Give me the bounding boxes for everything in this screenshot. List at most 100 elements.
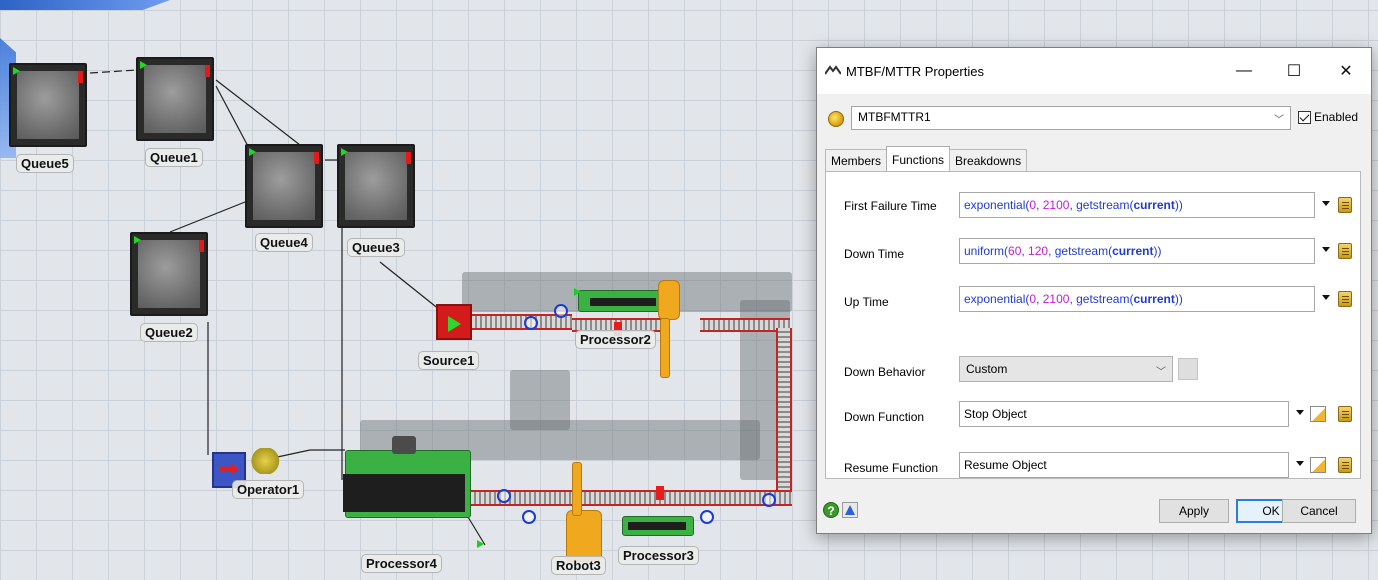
robot-arm[interactable] xyxy=(658,280,680,320)
processor2-label: Processor2 xyxy=(575,330,656,349)
queue2[interactable] xyxy=(130,232,208,316)
tab-members[interactable]: Members xyxy=(825,149,888,171)
mtbf-app-icon xyxy=(825,65,841,75)
down-behavior-row: Down Behavior Custom ﹀ xyxy=(826,356,1360,384)
queue5-label: Queue5 xyxy=(16,154,74,173)
code-token: exponential( xyxy=(964,292,1030,306)
dropdown-arrow-icon[interactable] xyxy=(1322,247,1330,252)
resume-function-field[interactable]: Resume Object xyxy=(959,452,1289,478)
decision-point-icon[interactable] xyxy=(497,489,511,503)
code-edit-icon[interactable] xyxy=(1338,457,1352,473)
arrow-icon xyxy=(219,463,239,475)
decision-point-icon[interactable] xyxy=(524,316,538,330)
tab-functions[interactable]: Functions xyxy=(886,146,951,171)
code-token: )) xyxy=(1174,292,1183,306)
down-function-row: Down Function Stop Object xyxy=(826,401,1360,429)
down-function-field[interactable]: Stop Object xyxy=(959,401,1289,427)
title-bar[interactable]: MTBF/MTTR Properties — ☐ ✕ xyxy=(817,48,1371,94)
input-port-icon xyxy=(13,67,20,75)
properties-icon[interactable] xyxy=(1310,457,1326,473)
properties-icon[interactable] xyxy=(1310,406,1326,422)
code-token: , getstream( xyxy=(1069,292,1134,306)
first-failure-field[interactable]: exponential(0, 2100, getstream(current)) xyxy=(959,192,1315,218)
enabled-toggle[interactable]: Enabled xyxy=(1298,110,1358,124)
code-edit-icon[interactable] xyxy=(1338,197,1352,213)
code-edit-icon[interactable] xyxy=(1338,243,1352,259)
robot3[interactable] xyxy=(566,510,602,562)
tab-breakdowns[interactable]: Breakdowns xyxy=(949,149,1028,171)
decision-point-icon[interactable] xyxy=(522,510,536,524)
first-failure-row: First Failure Time exponential(0, 2100, … xyxy=(826,192,1360,220)
edit-behavior-button[interactable] xyxy=(1178,358,1198,380)
conveyor[interactable] xyxy=(776,328,792,496)
down-function-label: Down Function xyxy=(844,410,925,424)
code-edit-icon[interactable] xyxy=(1338,291,1352,307)
decision-point-icon[interactable] xyxy=(554,304,568,318)
queue3-label: Queue3 xyxy=(347,238,405,257)
resume-function-row: Resume Function Resume Object xyxy=(826,452,1360,480)
up-time-row: Up Time exponential(0, 2100, getstream(c… xyxy=(826,286,1360,314)
dropdown-arrow-icon[interactable] xyxy=(1296,461,1304,466)
code-token: , getstream( xyxy=(1048,244,1113,258)
object-icon xyxy=(828,111,844,127)
dropdown-arrow-icon[interactable] xyxy=(1296,410,1304,415)
code-token: 2100 xyxy=(1042,292,1070,306)
down-behavior-select[interactable]: Custom ﹀ xyxy=(959,356,1173,382)
first-failure-label: First Failure Time xyxy=(844,199,937,213)
down-time-label: Down Time xyxy=(844,247,905,261)
processor3-belt xyxy=(628,522,686,530)
queue3[interactable] xyxy=(337,144,415,228)
maximize-button[interactable]: ☐ xyxy=(1271,58,1317,84)
code-token: , xyxy=(1036,292,1043,306)
processor4-head xyxy=(392,436,416,454)
processor2-belt xyxy=(590,298,656,306)
queue4-label: Queue4 xyxy=(255,233,313,252)
robot3-arm-segment xyxy=(572,462,582,516)
code-token: 2100 xyxy=(1042,198,1070,212)
source1[interactable] xyxy=(436,304,472,340)
code-token: uniform( xyxy=(964,244,1009,258)
cancel-button[interactable]: Cancel xyxy=(1282,499,1356,523)
help-icon[interactable]: ? xyxy=(823,502,839,518)
decision-point-icon[interactable] xyxy=(700,510,714,524)
decision-point-icon[interactable] xyxy=(762,493,776,507)
code-token: current xyxy=(1112,244,1154,258)
queue5[interactable] xyxy=(9,63,87,147)
dialog-title: MTBF/MTTR Properties xyxy=(846,64,984,79)
object-selector[interactable]: MTBFMTTR1 ﹀ xyxy=(851,106,1291,130)
up-time-field[interactable]: exponential(0, 2100, getstream(current)) xyxy=(959,286,1315,312)
state-marker xyxy=(656,486,664,500)
code-token: )) xyxy=(1153,244,1162,258)
footer-icons: ? xyxy=(823,502,858,518)
down-behavior-label: Down Behavior xyxy=(844,365,926,379)
down-behavior-value: Custom xyxy=(966,362,1008,376)
operator1-label: Operator1 xyxy=(232,480,305,499)
close-button[interactable]: ✕ xyxy=(1323,58,1369,84)
dropdown-arrow-icon[interactable] xyxy=(1322,201,1330,206)
object-row: MTBFMTTR1 ﹀ Enabled xyxy=(824,106,1364,132)
queue4[interactable] xyxy=(245,144,323,228)
code-token: current xyxy=(1133,198,1175,212)
output-port-icon xyxy=(78,71,83,83)
minimize-button[interactable]: — xyxy=(1221,58,1267,84)
port-icon xyxy=(477,540,484,548)
output-port-icon xyxy=(406,152,411,164)
input-port-icon xyxy=(134,236,141,244)
operator1[interactable] xyxy=(250,448,284,474)
resume-function-value: Resume Object xyxy=(964,458,1047,472)
code-edit-icon[interactable] xyxy=(1338,406,1352,422)
enabled-checkbox[interactable] xyxy=(1298,110,1311,124)
apply-button[interactable]: Apply xyxy=(1159,499,1229,523)
input-port-icon xyxy=(249,148,256,156)
resume-function-label: Resume Function xyxy=(844,461,939,475)
code-token: , xyxy=(1036,198,1043,212)
tab-strip: Members Functions Breakdowns xyxy=(825,146,1028,171)
output-port-icon xyxy=(314,152,319,164)
tree-view-icon[interactable] xyxy=(842,502,858,518)
down-time-field[interactable]: uniform(60, 120, getstream(current)) xyxy=(959,238,1315,264)
queue1[interactable] xyxy=(136,57,214,141)
conveyor[interactable] xyxy=(466,490,792,506)
code-token: current xyxy=(1133,292,1175,306)
robot3-label: Robot3 xyxy=(551,556,606,575)
dropdown-arrow-icon[interactable] xyxy=(1322,295,1330,300)
